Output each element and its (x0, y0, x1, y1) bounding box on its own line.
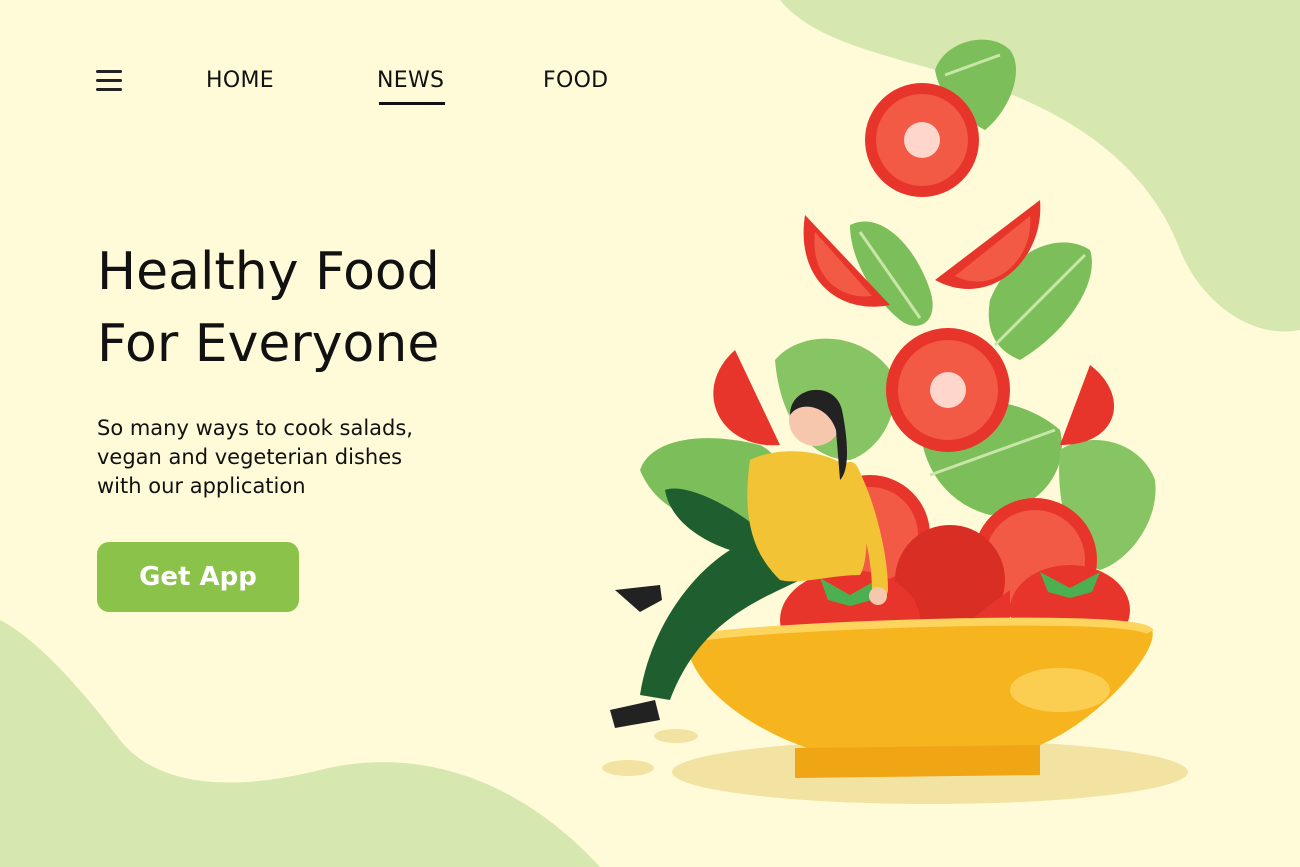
nav-link-news[interactable]: NEWS (377, 68, 444, 93)
woman-shoe (610, 700, 660, 728)
headline-line: Healthy Food (97, 242, 440, 302)
get-app-button[interactable]: Get App (97, 542, 299, 612)
tomato-wedge (1060, 365, 1114, 445)
active-nav-indicator (379, 102, 445, 105)
hamburger-menu-icon[interactable] (96, 70, 124, 92)
shadow-blob (602, 760, 654, 776)
background-blob-bottom-left (0, 620, 600, 867)
tomato-wedge (713, 350, 780, 446)
subtitle-line: vegan and vegeterian dishes (97, 445, 403, 469)
subtitle-line: So many ways to cook salads, (97, 416, 413, 440)
shadow-blob (654, 729, 698, 743)
hero-headline: Healthy Food For Everyone (97, 236, 440, 380)
top-navigation: HOME NEWS FOOD (0, 58, 700, 108)
landing-page: HOME NEWS FOOD Healthy Food For Everyone… (0, 0, 1300, 867)
nav-link-food[interactable]: FOOD (543, 68, 608, 93)
headline-line: For Everyone (97, 314, 440, 374)
hero-subtitle: So many ways to cook salads, vegan and v… (97, 414, 413, 501)
nav-link-home[interactable]: HOME (206, 68, 274, 93)
subtitle-line: with our application (97, 474, 306, 498)
